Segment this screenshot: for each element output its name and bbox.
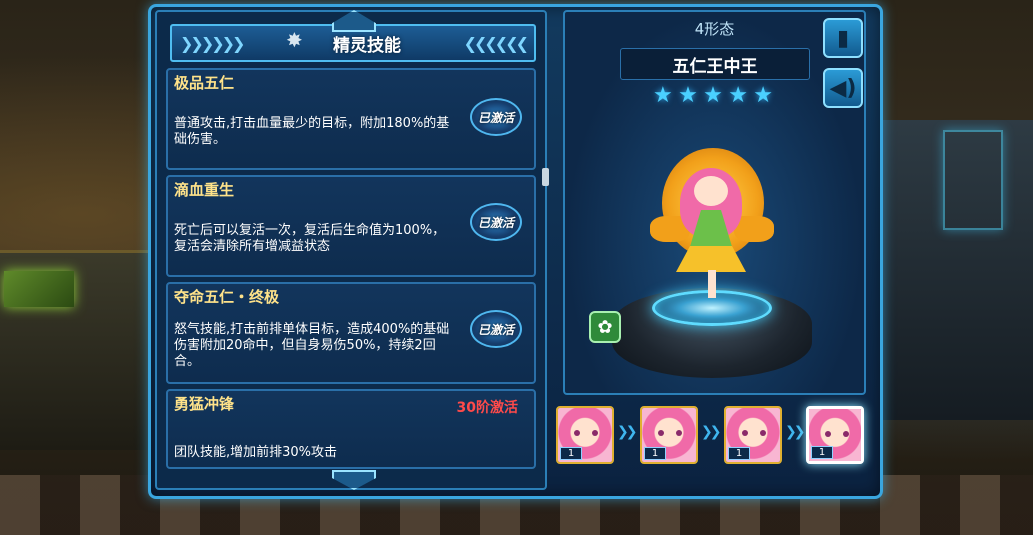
star-rating: ★ ★ ★ ★ ★ [653,84,773,108]
chevron-right-icon: ❯❯ [785,424,806,440]
skill-name: 极品五仁 [174,74,235,92]
portrait-eyes [658,430,682,436]
chevron-right-icon: ❯❯ [701,424,722,440]
unlock-requirement: 30阶激活 [456,400,518,416]
form-count: 4形态 [694,20,735,38]
skill-name: 滴血重生 [174,181,235,199]
skill-description: 死亡后可以复活一次，复活后生命值为100%，复活会清除所有增减益状态 [174,223,446,254]
star-icon: ★ [703,83,723,108]
form-level: 1 [728,447,750,460]
activated-label: 已激活 [477,322,514,337]
skill-card-1[interactable]: 极品五仁 普通攻击,打击血量最少的目标，附加180%的基础伤害。 已激活 [166,68,536,170]
skill-description: 普通攻击,打击血量最少的目标，附加180%的基础伤害。 [174,116,450,147]
form-level: 1 [560,447,582,460]
sparkle-icon: ✸ [286,28,303,52]
portrait-eyes [825,431,849,437]
star-icon: ★ [753,83,773,108]
activated-badge: 已激活 [470,98,522,136]
skill-name: 夺命五仁・终极 [174,288,280,306]
chevron-left-decor-icon: ❯❯❯❯❯❯ [180,34,245,53]
character-face [694,176,728,206]
form-slot-2[interactable]: 1 [640,406,698,464]
sound-button[interactable]: ◀) [823,68,863,108]
form-level: 1 [811,446,833,459]
background-hologram [943,130,1003,230]
activated-badge: 已激活 [470,310,522,348]
activated-badge: 已激活 [470,203,522,241]
activated-label: 已激活 [477,110,514,125]
chevron-right-decor-icon: ❮❮❮❮❮❮ [463,34,529,53]
skill-card-4[interactable]: 勇猛冲锋 团队技能,增加前排30%攻击 30阶激活 [166,389,536,469]
star-icon: ★ [678,83,698,108]
scrollbar-thumb[interactable] [542,168,549,186]
background-machine-right [883,120,1033,420]
portrait-eyes [574,430,598,436]
form-slot-4-selected[interactable]: 1 [806,406,864,464]
star-icon: ★ [653,83,673,108]
exclamation-icon: ▮ [836,25,850,51]
skill-card-2[interactable]: 滴血重生 死亡后可以复活一次，复活后生命值为100%，复活会清除所有增减益状态 … [166,175,536,277]
form-slot-3[interactable]: 1 [724,406,782,464]
background-screen [4,271,74,307]
skill-description: 怒气技能,打击前排单体目标，造成400%的基础伤害附加20命中，但自身易伤50%… [174,322,450,369]
character-name: 五仁王中王 [620,48,810,80]
info-button[interactable]: ▮ [823,18,863,58]
form-level: 1 [644,447,666,460]
form-slot-1[interactable]: 1 [556,406,614,464]
portrait-eyes [742,430,766,436]
character-leg [708,270,716,298]
star-icon: ★ [728,83,748,108]
activated-label: 已激活 [477,215,514,230]
speaker-icon: ◀) [829,75,857,101]
page-title: 精灵技能 [333,35,401,56]
skill-card-3[interactable]: 夺命五仁・终极 怒气技能,打击前排单体目标，造成400%的基础伤害附加20命中，… [166,282,536,384]
chevron-right-icon: ❯❯ [617,424,638,440]
leaf-icon[interactable]: ✿ [589,311,621,343]
background-machine-left [0,250,150,450]
skill-name: 勇猛冲锋 [174,395,235,413]
skill-description: 团队技能,增加前排30%攻击 [174,445,338,460]
